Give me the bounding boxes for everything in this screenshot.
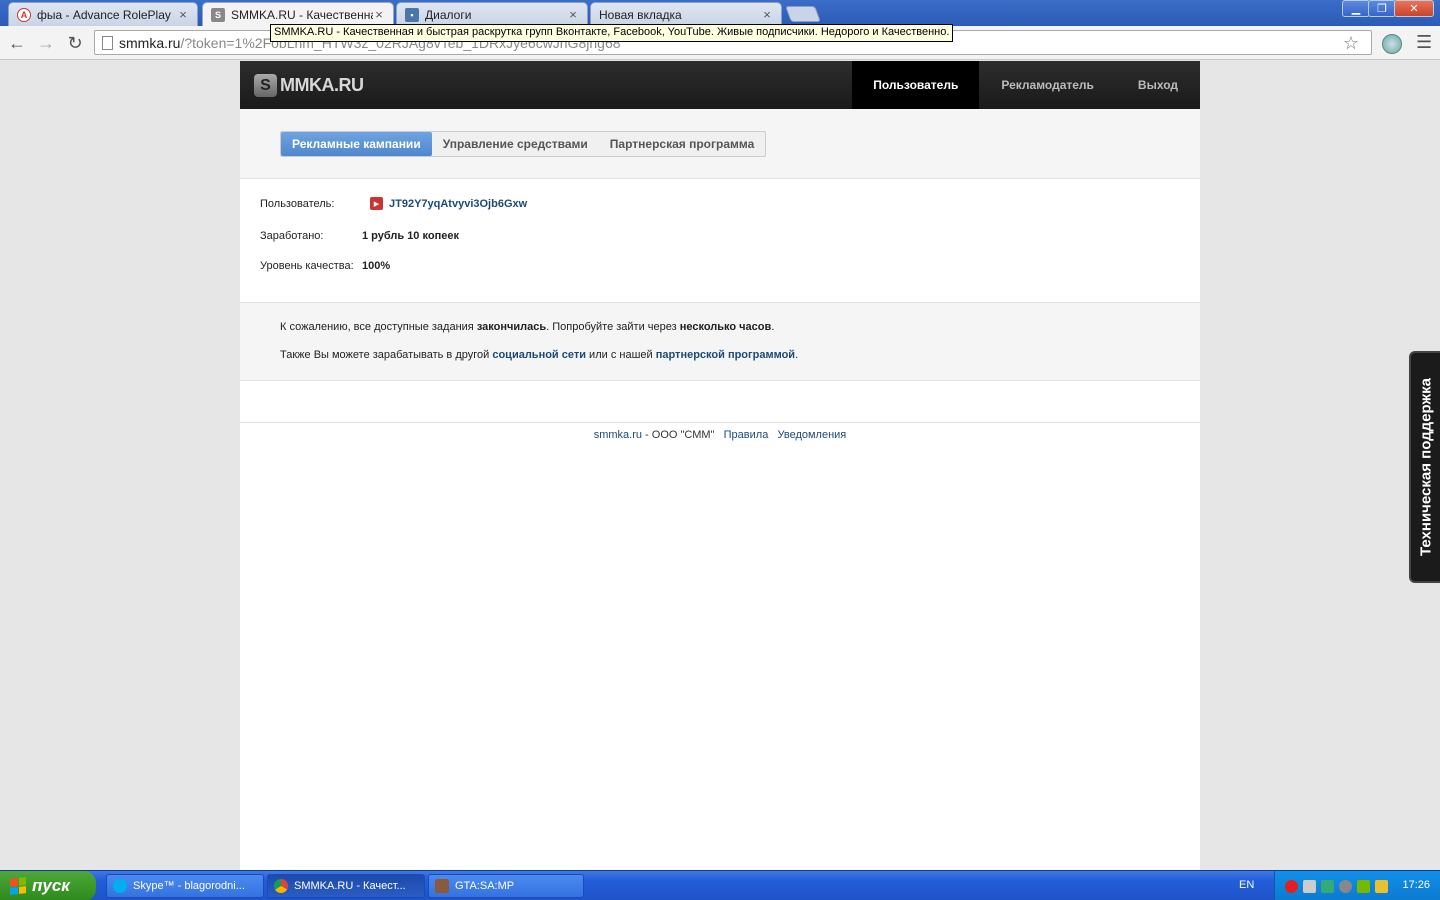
sub-navigation-bar: Рекламные кампании Управление средствами… — [240, 109, 1200, 179]
wrench-menu-icon[interactable]: ☰ — [1416, 32, 1432, 53]
url-host: smmka.ru — [119, 34, 181, 51]
window-minimize-button[interactable]: ▁ — [1342, 0, 1370, 17]
advance-roleplay-favicon-icon: A — [17, 7, 31, 22]
browser-tab-strip: A фыа - Advance RolePlay × S SMMKA.RU - … — [0, 0, 1440, 26]
tab-label: SMMKA.RU - Качественная — [231, 7, 373, 22]
reload-icon[interactable]: ↻ — [64, 32, 86, 54]
page-content: S MMKA.RU Пользователь Рекламодатель Вых… — [240, 61, 1200, 870]
notice-bold: несколько часов — [679, 321, 772, 333]
back-arrow-icon[interactable]: ← — [6, 32, 28, 54]
user-row: Пользователь: ▶ JT92Y7yqAtvyvi3Ojb6Gxw — [260, 197, 527, 210]
tab-close-icon[interactable]: × — [567, 7, 579, 22]
nav-advertiser[interactable]: Рекламодатель — [979, 61, 1116, 109]
browser-tab-new-tab[interactable]: Новая вкладка × — [590, 2, 782, 26]
logo-text: MMKA.RU — [280, 75, 364, 95]
youtube-icon: ▶ — [370, 197, 383, 210]
tray-app-icon[interactable] — [1339, 879, 1352, 893]
page-icon — [102, 36, 113, 50]
taskbar-item-label: Skype™ - blagorodni... — [133, 880, 245, 892]
browser-tab-dialogs[interactable]: ▪ Диалоги × — [396, 2, 588, 26]
notice-text: . — [795, 349, 799, 361]
nav-logout[interactable]: Выход — [1116, 61, 1200, 109]
volume-icon[interactable] — [1303, 879, 1316, 893]
browser-tab-advance-roleplay[interactable]: A фыа - Advance RolePlay × — [8, 2, 198, 26]
skype-icon — [113, 879, 127, 893]
earned-row: Заработано: 1 рубль 10 копеек — [260, 230, 459, 242]
forward-arrow-icon[interactable]: → — [35, 32, 57, 54]
taskbar-item-label: GTA:SA:MP — [455, 880, 515, 892]
user-id-link[interactable]: JT92Y7yqAtvyvi3Ojb6Gxw — [389, 198, 527, 210]
window-maximize-button[interactable]: ❐ — [1368, 0, 1396, 17]
footer-site-link[interactable]: smmka.ru — [594, 429, 642, 441]
notice-text: Также Вы можете зарабатывать в другой — [280, 349, 493, 361]
tray-tool-icon[interactable] — [1375, 879, 1388, 893]
notice-text: . — [771, 321, 775, 333]
site-logo[interactable]: S MMKA.RU — [254, 74, 364, 97]
chrome-icon — [274, 879, 288, 893]
tab-close-icon[interactable]: × — [373, 7, 385, 22]
social-network-link[interactable]: социальной сети — [492, 349, 586, 361]
start-button[interactable]: пуск — [0, 871, 96, 900]
user-info-section: Пользователь: ▶ JT92Y7yqAtvyvi3Ojb6Gxw З… — [240, 179, 1200, 303]
tray-app-icon[interactable] — [1321, 879, 1334, 893]
tab-label: фыа - Advance RolePlay — [37, 7, 171, 22]
quality-value: 100% — [362, 260, 391, 272]
notice-text: К сожалению, все доступные задания — [280, 321, 477, 333]
new-tab-button[interactable] — [785, 6, 821, 22]
footer-rules-link[interactable]: Правила — [724, 429, 769, 441]
quality-label: Уровень качества: — [260, 260, 354, 272]
tech-support-label: Техническая поддержка — [1417, 377, 1434, 557]
partner-program-link[interactable]: партнерской программой — [656, 349, 795, 361]
notice-text: или с нашей — [586, 349, 656, 361]
clock: 17:26 — [1402, 879, 1430, 891]
bookmark-star-icon[interactable]: ☆ — [1343, 33, 1359, 54]
tab-close-icon[interactable]: × — [761, 7, 773, 22]
window-close-button[interactable]: ✕ — [1394, 0, 1434, 17]
vk-messages-favicon-icon: ▪ — [405, 7, 419, 22]
logo-mark: S — [254, 74, 277, 97]
tech-support-button[interactable]: Техническая поддержка — [1409, 351, 1440, 583]
windows-flag-icon — [10, 877, 26, 895]
footer-company: - ООО "СММ" — [642, 429, 715, 441]
earned-label: Заработано: — [260, 230, 324, 242]
site-header: S MMKA.RU Пользователь Рекламодатель Вых… — [240, 61, 1200, 109]
gta-icon — [435, 879, 449, 893]
notice-section: К сожалению, все доступные задания закон… — [240, 303, 1200, 381]
subtab-partner[interactable]: Партнерская программа — [599, 132, 765, 156]
tray-app-icon[interactable] — [1285, 879, 1298, 893]
top-navigation: Пользователь Рекламодатель Выход — [852, 61, 1200, 109]
browser-tab-smmka[interactable]: S SMMKA.RU - Качественная × — [202, 2, 394, 26]
content-spacer — [240, 381, 1200, 423]
system-tray: 17:26 — [1274, 871, 1440, 900]
notice-line-1: К сожалению, все доступные задания закон… — [280, 321, 774, 333]
site-footer: smmka.ru - ООО "СММ" Правила Уведомления — [240, 423, 1200, 441]
taskbar-item-label: SMMKA.RU - Качест... — [294, 880, 406, 892]
notice-line-2: Также Вы можете зарабатывать в другой со… — [280, 349, 798, 361]
taskbar-item-chrome[interactable]: SMMKA.RU - Качест... — [267, 874, 425, 898]
subtab-campaigns[interactable]: Рекламные кампании — [281, 132, 432, 156]
subtab-funds[interactable]: Управление средствами — [432, 132, 599, 156]
tab-label: Диалоги — [425, 7, 472, 22]
smmka-favicon-icon: S — [211, 7, 225, 22]
notice-bold: закончилась — [476, 321, 547, 333]
extension-icon[interactable] — [1382, 34, 1402, 54]
nvidia-icon[interactable] — [1357, 879, 1370, 893]
start-label: пуск — [32, 876, 70, 895]
language-indicator[interactable]: EN — [1239, 879, 1254, 891]
sub-tabs: Рекламные кампании Управление средствами… — [280, 131, 767, 157]
tab-tooltip: SMMKA.RU - Качественная и быстрая раскру… — [270, 24, 954, 42]
user-label: Пользователь: — [260, 197, 335, 210]
tab-close-icon[interactable]: × — [177, 7, 189, 22]
windows-taskbar: пуск Skype™ - blagorodni... SMMKA.RU - К… — [0, 870, 1440, 900]
taskbar-item-gta[interactable]: GTA:SA:MP — [428, 874, 584, 898]
footer-notifications-link[interactable]: Уведомления — [777, 429, 846, 441]
taskbar-item-skype[interactable]: Skype™ - blagorodni... — [106, 874, 264, 898]
earned-value: 1 рубль 10 копеек — [362, 230, 459, 242]
notice-text: . Попробуйте зайти через — [546, 321, 680, 333]
nav-user[interactable]: Пользователь — [852, 61, 980, 109]
quality-row: Уровень качества: 100% — [260, 260, 390, 272]
tab-label: Новая вкладка — [599, 7, 682, 22]
